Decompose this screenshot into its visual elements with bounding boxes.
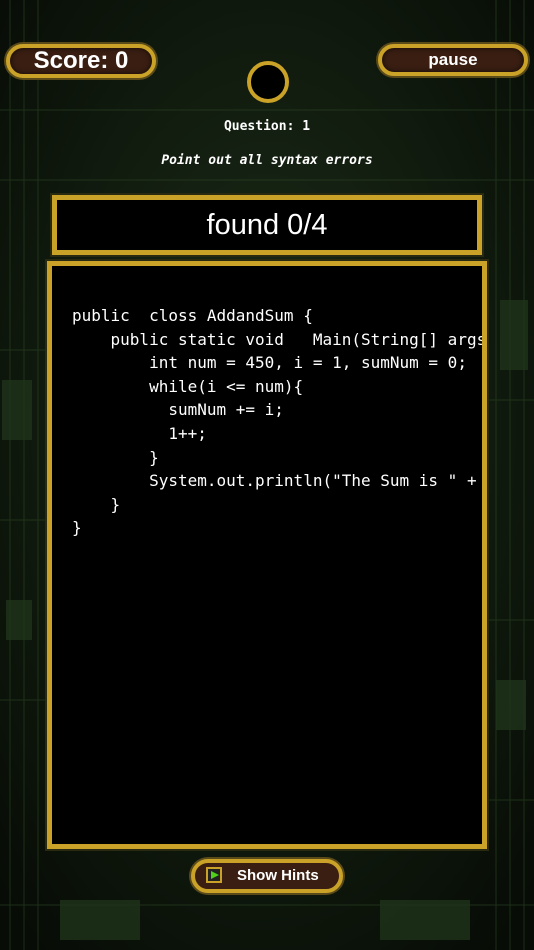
play-icon — [206, 867, 222, 883]
score-display: Score: 0 — [6, 44, 156, 78]
code-line[interactable]: 1++; — [72, 424, 207, 443]
code-line[interactable]: } — [72, 448, 159, 467]
timer-ring-icon — [247, 61, 289, 103]
pause-label: pause — [428, 50, 478, 69]
code-line[interactable]: } — [72, 495, 121, 514]
show-hints-label: Show Hints — [237, 867, 319, 884]
code-line[interactable]: } — [72, 518, 82, 537]
code-line[interactable]: System.out.println("The Sum is " + sumNu… — [72, 471, 482, 490]
question-instruction: Point out all syntax errors — [161, 153, 373, 168]
code-line[interactable]: while(i <= num){ — [72, 377, 303, 396]
code-line[interactable]: public static void Main(String[] args){ — [72, 330, 482, 349]
pause-button[interactable]: pause — [378, 44, 528, 76]
question-number: Question: 1 — [223, 119, 311, 134]
code-panel: public closs AddandSum { public static v… — [47, 261, 487, 849]
found-counter: found 0/4 — [52, 195, 482, 255]
code-line[interactable]: int num = 450, i = 1, sumNum = 0; — [72, 353, 467, 372]
score-label: Score: 0 — [33, 47, 129, 74]
found-counter-label: found 0/4 — [206, 209, 328, 241]
code-line[interactable]: public closs AddandSum { — [72, 306, 313, 325]
code-line[interactable]: sumNum += i; — [72, 400, 284, 419]
code-block[interactable]: public closs AddandSum { public static v… — [72, 304, 482, 540]
show-hints-button[interactable]: Show Hints — [191, 859, 343, 893]
